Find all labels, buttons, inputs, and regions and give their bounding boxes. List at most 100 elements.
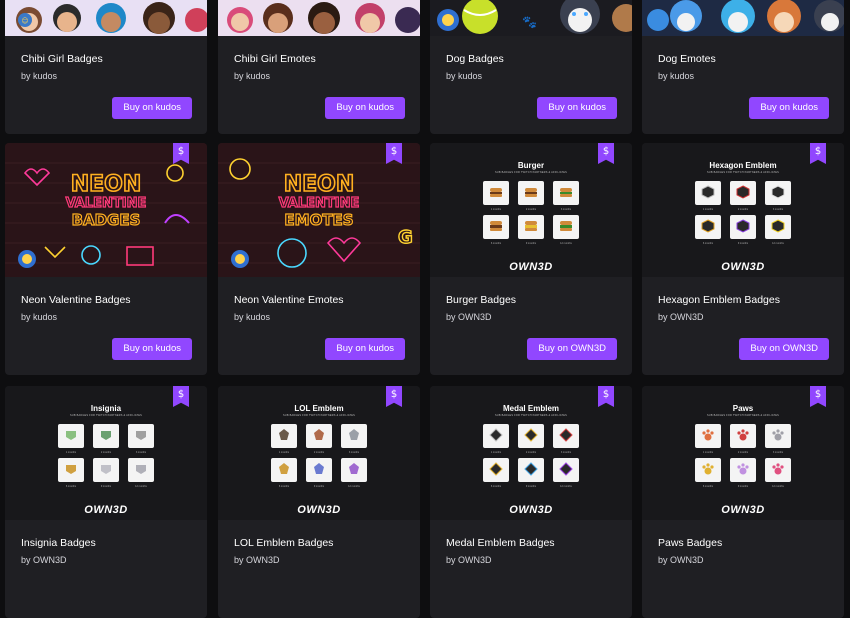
insignia-icon	[66, 465, 76, 474]
product-author: by kudos	[658, 71, 695, 81]
buy-button[interactable]: Buy on kudos	[112, 338, 192, 360]
medal-icon	[559, 428, 573, 442]
product-card[interactable]: Chibi Girl Emotes by kudos Buy on kudos	[218, 0, 420, 134]
product-thumbnail[interactable]: NEON VALENTINE EMOTES G $	[218, 143, 420, 277]
badge-tile: 3 months	[341, 424, 367, 454]
badge-tile: 2 months	[518, 181, 544, 211]
product-card[interactable]: Paws SUB BADGES FOR TWITCH PARTNERS & AF…	[642, 386, 844, 618]
product-card[interactable]: Burger SUB BADGES FOR TWITCH PARTNERS & …	[430, 143, 632, 375]
medal-icon	[559, 462, 573, 476]
product-author: by kudos	[446, 71, 483, 81]
product-thumbnail[interactable]: 🐾	[430, 0, 632, 36]
product-title: Chibi Girl Emotes	[234, 53, 316, 65]
badge-tile: 12 months	[765, 215, 791, 245]
product-title: Chibi Girl Badges	[21, 53, 103, 65]
svg-text:☺: ☺	[21, 17, 28, 25]
product-card[interactable]: Insignia SUB BADGES FOR TWITCH PARTNERS …	[5, 386, 207, 618]
product-thumbnail[interactable]: Paws SUB BADGES FOR TWITCH PARTNERS & AF…	[642, 386, 844, 520]
paw-icon	[772, 429, 784, 441]
product-thumbnail[interactable]: LOL Emblem SUB BADGES FOR TWITCH PARTNER…	[218, 386, 420, 520]
badge-tile: 3 months	[553, 424, 579, 454]
product-author: by kudos	[21, 312, 58, 322]
chibi-girl-badges-preview: ☺	[16, 2, 207, 34]
sheet-title: Hexagon Emblem	[709, 161, 777, 170]
product-title: Hexagon Emblem Badges	[658, 294, 780, 306]
sheet-subtitle: SUB BADGES FOR TWITCH PARTNERS & AFFILIA…	[706, 171, 780, 174]
sheet-title: Paws	[732, 404, 754, 413]
product-thumbnail[interactable]: Hexagon Emblem SUB BADGES FOR TWITCH PAR…	[642, 143, 844, 277]
svg-text:NEON: NEON	[284, 172, 355, 197]
product-title: Medal Emblem Badges	[446, 537, 555, 549]
badge-tile: 1 months	[58, 424, 84, 454]
product-thumbnail[interactable]: ☺	[5, 0, 207, 36]
buy-button[interactable]: Buy on OWN3D	[739, 338, 829, 360]
product-thumbnail[interactable]: NEON VALENTINE BADGES $	[5, 143, 207, 277]
insignia-icon	[101, 465, 111, 474]
badge-tile: 9 months	[730, 215, 756, 245]
badge-tile: 12 months	[553, 458, 579, 488]
product-thumbnail[interactable]	[642, 0, 844, 36]
badge-tile: 2 months	[306, 424, 332, 454]
own3d-logo: OWN3D	[297, 504, 341, 516]
product-thumbnail[interactable]: Medal Emblem SUB BADGES FOR TWITCH PARTN…	[430, 386, 632, 520]
medal-icon	[489, 428, 503, 442]
product-card[interactable]: NEON VALENTINE BADGES $ Neon Valentine B…	[5, 143, 207, 375]
paw-icon	[737, 429, 749, 441]
buy-button[interactable]: Buy on kudos	[325, 338, 405, 360]
badge-tile: 3 months	[765, 181, 791, 211]
badge-tile: 3 months	[553, 181, 579, 211]
own3d-logo: OWN3D	[84, 504, 128, 516]
badge-tile: 1 months	[271, 424, 297, 454]
badge-tile: 2 months	[93, 424, 119, 454]
buy-button[interactable]: Buy on kudos	[325, 97, 405, 119]
hexagon-icon	[771, 219, 785, 233]
neon-valentine-emotes-preview: NEON VALENTINE EMOTES G	[218, 143, 420, 277]
medal-icon	[524, 462, 538, 476]
product-thumbnail[interactable]	[218, 0, 420, 36]
burger-icon	[525, 221, 537, 231]
product-author: by kudos	[21, 71, 58, 81]
product-author: by OWN3D	[658, 312, 704, 322]
product-author: by kudos	[234, 312, 271, 322]
buy-button[interactable]: Buy on kudos	[112, 97, 192, 119]
svg-text:VALENTINE: VALENTINE	[279, 196, 360, 211]
product-thumbnail[interactable]: Burger SUB BADGES FOR TWITCH PARTNERS & …	[430, 143, 632, 277]
badge-tile: 1 months	[483, 181, 509, 211]
badge-tile: 2 months	[730, 181, 756, 211]
hexagon-icon	[736, 219, 750, 233]
buy-button[interactable]: Buy on OWN3D	[527, 338, 617, 360]
svg-text:VALENTINE: VALENTINE	[66, 196, 147, 211]
product-card[interactable]: Hexagon Emblem SUB BADGES FOR TWITCH PAR…	[642, 143, 844, 375]
neon-valentine-badges-preview: NEON VALENTINE BADGES	[5, 143, 207, 277]
product-card[interactable]: NEON VALENTINE EMOTES G $ Neon Valentine…	[218, 143, 420, 375]
buy-button[interactable]: Buy on kudos	[537, 97, 617, 119]
product-card[interactable]: LOL Emblem SUB BADGES FOR TWITCH PARTNER…	[218, 386, 420, 618]
medal-icon	[524, 428, 538, 442]
product-card[interactable]: ☺ Chibi Girl Badges by kudos Buy on kudo…	[5, 0, 207, 134]
badge-tile: 3 months	[765, 424, 791, 454]
product-title: Neon Valentine Emotes	[234, 294, 344, 306]
product-author: by kudos	[234, 71, 271, 81]
hexagon-icon	[701, 219, 715, 233]
product-thumbnail[interactable]: Insignia SUB BADGES FOR TWITCH PARTNERS …	[5, 386, 207, 520]
paw-icon	[702, 463, 714, 475]
badge-tile: 9 months	[518, 215, 544, 245]
product-title: Paws Badges	[658, 537, 723, 549]
product-card[interactable]: 🐾 Dog Badges by kudos Buy on kudos	[430, 0, 632, 134]
badge-tile: 12 months	[553, 215, 579, 245]
sheet-title: Burger	[517, 161, 545, 170]
svg-text:BADGES: BADGES	[72, 211, 141, 229]
badge-tile: 12 months	[128, 458, 154, 488]
burger-icon	[560, 221, 572, 231]
sheet-subtitle: SUB BADGES FOR TWITCH PARTNERS & AFFILIA…	[706, 414, 780, 417]
product-card[interactable]: Dog Emotes by kudos Buy on kudos	[642, 0, 844, 134]
svg-text:G: G	[398, 227, 413, 248]
buy-button[interactable]: Buy on kudos	[749, 97, 829, 119]
product-card[interactable]: Medal Emblem SUB BADGES FOR TWITCH PARTN…	[430, 386, 632, 618]
badge-tile: 2 months	[730, 424, 756, 454]
product-title: Insignia Badges	[21, 537, 96, 549]
paw-icon	[737, 463, 749, 475]
product-title: Burger Badges	[446, 294, 517, 306]
badge-tile: 12 months	[341, 458, 367, 488]
badge-tile: 6 months	[483, 215, 509, 245]
